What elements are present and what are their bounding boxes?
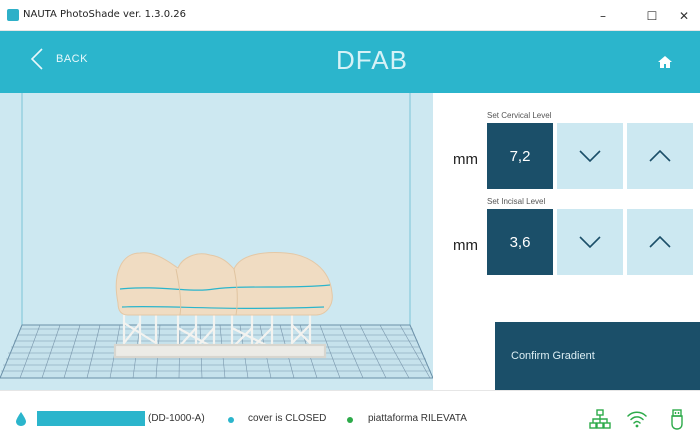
incisal-increase-button[interactable] — [627, 209, 693, 275]
usb-icon[interactable] — [666, 408, 688, 430]
back-button[interactable]: BACK — [30, 48, 88, 70]
cover-status: cover is CLOSED — [248, 413, 327, 424]
incisal-decrease-button[interactable] — [557, 209, 623, 275]
platform-status: piattaforma RILEVATA — [368, 413, 467, 424]
dental-crowns-model — [115, 252, 333, 316]
chevron-up-icon — [649, 150, 671, 162]
chevron-down-icon — [579, 236, 601, 248]
chevron-down-icon — [579, 150, 601, 162]
home-icon[interactable] — [656, 53, 674, 71]
cervical-level-label: Set Cervical Level — [487, 111, 552, 120]
build-volume-render — [0, 93, 433, 379]
cover-status-dot — [228, 417, 234, 423]
resin-code: (DD-1000-A) — [148, 413, 205, 424]
cervical-increase-button[interactable] — [627, 123, 693, 189]
cervical-value: 7,2 — [487, 123, 553, 189]
incisal-unit-label: mm — [453, 237, 478, 254]
brand-logo: DFAB — [336, 45, 408, 75]
resin-level-bar — [37, 411, 145, 426]
wifi-icon[interactable] — [626, 408, 648, 430]
platform-status-dot — [347, 417, 353, 423]
back-label: BACK — [56, 53, 88, 65]
gradient-settings-panel: Set Cervical Level mm 7,2 Set Incisal Le… — [433, 93, 700, 390]
network-icon[interactable] — [589, 408, 611, 430]
drop-icon — [16, 412, 26, 426]
minimize-button[interactable]: – — [583, 0, 623, 31]
status-bar: (DD-1000-A) cover is CLOSED piattaforma … — [0, 390, 700, 448]
app-header: BACK DFAB — [0, 31, 700, 93]
cervical-unit-label: mm — [453, 151, 478, 168]
chevron-left-icon — [30, 48, 43, 70]
window-titlebar: NAUTA PhotoShade ver. 1.3.0.26 – ☐ ✕ — [0, 0, 700, 31]
app-icon — [7, 9, 19, 21]
chevron-up-icon — [649, 236, 671, 248]
confirm-gradient-button[interactable]: Confirm Gradient — [495, 322, 700, 390]
incisal-value: 3,6 — [487, 209, 553, 275]
close-button[interactable]: ✕ — [664, 0, 700, 31]
window-title: NAUTA PhotoShade ver. 1.3.0.26 — [23, 9, 186, 20]
incisal-level-label: Set Incisal Level — [487, 197, 546, 206]
cervical-decrease-button[interactable] — [557, 123, 623, 189]
3d-viewport[interactable] — [0, 93, 433, 390]
